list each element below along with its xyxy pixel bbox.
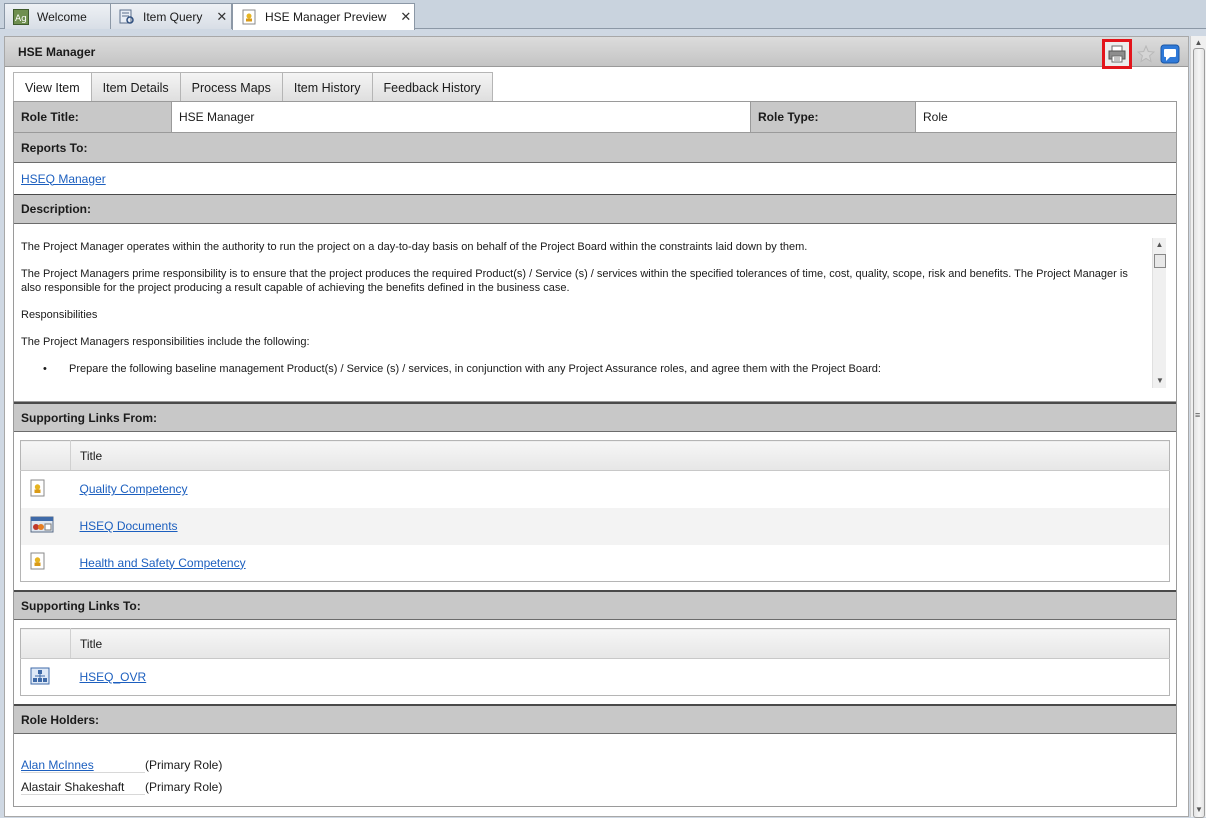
link-hseq-documents[interactable]: HSEQ Documents bbox=[80, 519, 178, 533]
table-row: HSEQ Documents bbox=[20, 507, 1170, 545]
link-cell: HSEQ Documents bbox=[70, 507, 1170, 545]
role-holders-list: Alan McInnes (Primary Role) Alastair Sha… bbox=[14, 734, 1176, 806]
query-icon bbox=[119, 9, 135, 25]
competency-icon bbox=[21, 471, 71, 508]
reports-to-link[interactable]: HSEQ Manager bbox=[21, 172, 106, 186]
role-holders-header: Role Holders: bbox=[14, 704, 1176, 734]
link-hseq-ovr[interactable]: HSEQ_OVR bbox=[80, 670, 147, 684]
description-paragraph: The Project Managers responsibilities in… bbox=[21, 336, 310, 348]
tab-item-history[interactable]: Item History bbox=[281, 72, 373, 102]
link-cell: HSEQ_OVR bbox=[71, 659, 1170, 696]
scroll-grip-icon: ≡ bbox=[1195, 410, 1201, 420]
description-header: Description: bbox=[14, 194, 1176, 224]
role-info-row: Role Title: HSE Manager Role Type: Role bbox=[13, 101, 1177, 133]
role-type-value: Role bbox=[916, 102, 1176, 132]
favourite-star-icon[interactable] bbox=[1136, 44, 1156, 64]
role-title-label: Role Title: bbox=[14, 102, 172, 132]
bullet-icon: • bbox=[43, 363, 47, 375]
print-button[interactable] bbox=[1102, 39, 1132, 69]
tab-process-maps[interactable]: Process Maps bbox=[179, 72, 283, 102]
holder-name: Alan McInnes bbox=[21, 758, 145, 773]
icon-column-header bbox=[20, 440, 71, 471]
description-text: The Project Manager operates within the … bbox=[21, 240, 1139, 376]
tab-view-item[interactable]: View Item bbox=[13, 72, 92, 102]
links-to-header: Supporting Links To: bbox=[14, 590, 1176, 620]
description-bullet: • Prepare the following baseline managem… bbox=[43, 362, 1139, 376]
competency-icon bbox=[21, 545, 71, 582]
holder-link[interactable]: Alan McInnes bbox=[21, 758, 94, 772]
tab-item-details[interactable]: Item Details bbox=[90, 72, 181, 102]
links-to-table-wrap: Title HSEQ_OVR bbox=[14, 620, 1176, 704]
links-from-table-wrap: Title Quality Competency HSEQ Documents bbox=[14, 432, 1176, 590]
table-row: Health and Safety Competency bbox=[21, 545, 1170, 582]
header-actions bbox=[1102, 39, 1180, 69]
description-scrollbar[interactable]: ▲ ▼ bbox=[1152, 238, 1166, 388]
item-content: Role Title: HSE Manager Role Type: Role … bbox=[13, 101, 1177, 807]
scroll-thumb[interactable] bbox=[1193, 48, 1205, 818]
links-to-table: Title HSEQ_OVR bbox=[20, 628, 1170, 696]
feedback-icon[interactable] bbox=[1160, 44, 1180, 64]
links-from-header: Supporting Links From: bbox=[14, 402, 1176, 432]
list-item: Alastair Shakeshaft (Primary Role) bbox=[21, 776, 1176, 798]
title-column-header[interactable]: Title bbox=[70, 628, 1170, 659]
role-document-icon bbox=[241, 9, 257, 25]
link-cell: Health and Safety Competency bbox=[71, 545, 1170, 582]
documents-group-icon bbox=[20, 507, 71, 545]
item-body: Reports To: HSEQ Manager Description: Th… bbox=[13, 133, 1177, 807]
list-item: Alan McInnes (Primary Role) bbox=[21, 754, 1176, 776]
panel-title: HSE Manager bbox=[18, 44, 96, 59]
print-icon bbox=[1108, 45, 1126, 63]
tab-welcome[interactable]: Ag Welcome bbox=[4, 3, 111, 29]
reports-to-header: Reports To: bbox=[14, 133, 1176, 163]
item-preview-panel: HSE Manager View Item Item Details Proce… bbox=[4, 36, 1189, 817]
tab-feedback-history[interactable]: Feedback History bbox=[371, 72, 493, 102]
tab-hse-manager-preview[interactable]: HSE Manager Preview ✕ bbox=[232, 3, 415, 30]
link-quality-competency[interactable]: Quality Competency bbox=[80, 482, 188, 496]
panel-scrollbar[interactable]: ▲ ≡ ▼ bbox=[1190, 36, 1206, 818]
document-tab-strip: Ag Welcome Item Query ✕ HSE Manager Prev… bbox=[0, 0, 1206, 30]
close-icon[interactable]: ✕ bbox=[216, 9, 227, 25]
item-tabs: View Item Item Details Process Maps Item… bbox=[13, 72, 493, 102]
reports-to-value: HSEQ Manager bbox=[14, 163, 1176, 194]
panel-header: HSE Manager bbox=[5, 37, 1188, 69]
holder-name: Alastair Shakeshaft bbox=[21, 780, 145, 795]
title-column-header[interactable]: Title bbox=[70, 440, 1170, 471]
scroll-down-icon[interactable]: ▼ bbox=[1191, 803, 1206, 817]
scroll-down-icon[interactable]: ▼ bbox=[1153, 374, 1167, 388]
scroll-up-icon[interactable]: ▲ bbox=[1153, 238, 1166, 252]
links-from-table: Title Quality Competency HSEQ Documents bbox=[20, 440, 1170, 582]
svg-text:Ag: Ag bbox=[15, 14, 27, 24]
description-paragraph: The Project Manager operates within the … bbox=[21, 241, 808, 253]
description-box: The Project Manager operates within the … bbox=[14, 224, 1176, 402]
app-logo-icon: Ag bbox=[13, 8, 29, 25]
holder-role: (Primary Role) bbox=[145, 758, 223, 772]
description-paragraph: Responsibilities bbox=[21, 309, 98, 321]
tab-item-query[interactable]: Item Query ✕ bbox=[110, 3, 232, 29]
role-type-label: Role Type: bbox=[751, 102, 916, 132]
table-row: HSEQ_OVR bbox=[21, 659, 1170, 696]
link-cell: Quality Competency bbox=[71, 471, 1170, 508]
table-row: Quality Competency bbox=[21, 471, 1170, 508]
icon-column-header bbox=[20, 628, 71, 659]
tab-label: Item Query bbox=[143, 9, 203, 24]
bullet-text: Prepare the following baseline managemen… bbox=[69, 363, 881, 375]
holder-role: (Primary Role) bbox=[145, 780, 223, 794]
description-paragraph: The Project Managers prime responsibilit… bbox=[21, 268, 1128, 294]
tab-label: Welcome bbox=[37, 9, 87, 24]
role-title-value: HSE Manager bbox=[172, 102, 751, 132]
org-chart-icon bbox=[21, 659, 71, 696]
tab-label: HSE Manager Preview bbox=[265, 10, 387, 24]
scroll-thumb[interactable] bbox=[1154, 254, 1166, 268]
link-health-safety-competency[interactable]: Health and Safety Competency bbox=[80, 556, 246, 570]
close-icon[interactable]: ✕ bbox=[400, 9, 411, 25]
